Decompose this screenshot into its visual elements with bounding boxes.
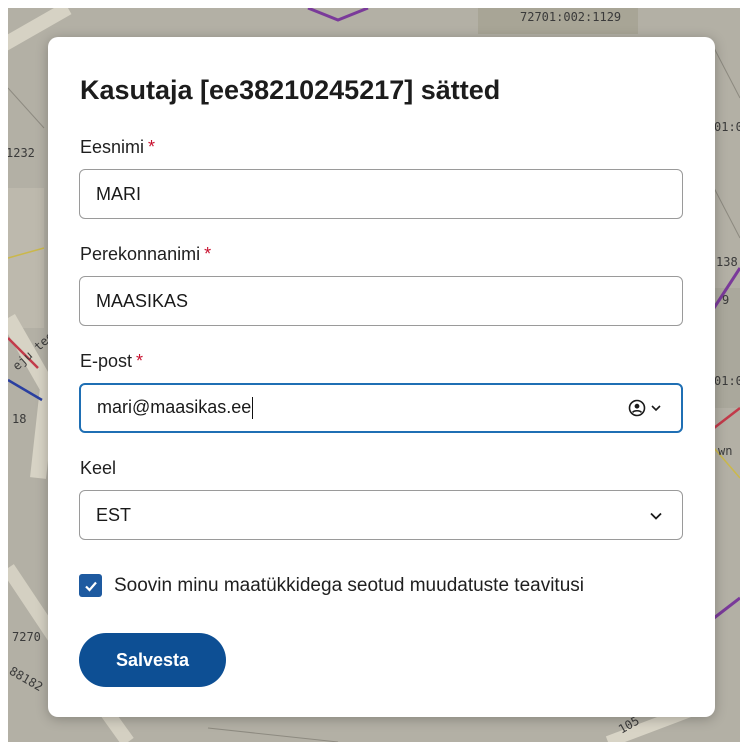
language-label-text: Keel [80, 458, 117, 478]
last-name-input[interactable]: MAASIKAS [79, 276, 683, 326]
checkmark-icon [84, 581, 97, 592]
map-label: 7270 [12, 630, 41, 644]
required-marker: * [136, 351, 144, 371]
contact-autofill-icon[interactable] [628, 399, 663, 417]
email-label: E-post * [80, 351, 143, 372]
map-label: 1232 [8, 146, 35, 160]
language-label: Keel [80, 458, 116, 479]
chevron-down-icon [651, 405, 661, 412]
email-value: mari@maasikas.ee [97, 396, 252, 417]
map-label: 138 [716, 255, 738, 269]
notifications-option[interactable]: Soovin minu maatükkidega seotud muudatus… [79, 574, 584, 597]
map-label: 01:0 [714, 374, 740, 388]
notifications-checkbox[interactable] [79, 574, 102, 597]
last-name-label: Perekonnanimi * [80, 244, 211, 265]
email-value-wrap: mari@maasikas.ee [97, 396, 628, 420]
required-marker: * [204, 244, 212, 264]
map-label: wn [718, 444, 733, 458]
notifications-label: Soovin minu maatükkidega seotud muudatus… [114, 574, 584, 596]
first-name-label: Eesnimi * [80, 137, 155, 158]
language-select[interactable]: EST [79, 490, 683, 540]
first-name-value: MARI [96, 183, 141, 204]
language-value: EST [96, 504, 132, 525]
map-label: 72701:002:1129 [520, 10, 622, 24]
email-label-text: E-post [80, 351, 133, 371]
text-caret [252, 397, 254, 420]
last-name-value: MAASIKAS [96, 290, 189, 311]
map-label: 9 [722, 293, 730, 307]
first-name-input[interactable]: MARI [79, 169, 683, 219]
user-settings-dialog: Kasutaja [ee38210245217] sätted Eesnimi *… [48, 37, 715, 717]
dialog-title: Kasutaja [ee38210245217] sätted [80, 75, 501, 105]
map-label: 01:0 [714, 120, 740, 134]
chevron-down-icon [650, 512, 662, 520]
last-name-label-text: Perekonnanimi [80, 244, 201, 264]
first-name-label-text: Eesnimi [80, 137, 145, 157]
required-marker: * [148, 137, 156, 157]
save-button[interactable]: Salvesta [79, 633, 226, 687]
email-input[interactable]: mari@maasikas.ee [79, 383, 683, 433]
screen-frame: 72701:002:1129 1232 01:0 138 9 eju tee 1… [8, 8, 740, 742]
map-label: 18 [12, 412, 27, 426]
